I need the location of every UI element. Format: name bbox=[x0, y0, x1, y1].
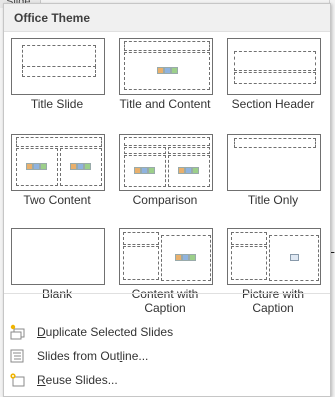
left-content-placeholder bbox=[16, 148, 58, 186]
content-icons bbox=[178, 165, 199, 176]
title-placeholder bbox=[234, 51, 316, 71]
gallery-header-title: Office Theme bbox=[14, 11, 91, 25]
layout-comparison[interactable]: Comparison bbox=[118, 132, 214, 222]
content-icons bbox=[134, 165, 155, 176]
title-placeholder bbox=[234, 138, 316, 148]
layout-thumbnail bbox=[11, 38, 105, 95]
layout-label-line2: Caption bbox=[144, 301, 186, 315]
reuse-slides-item[interactable]: Reuse Slides... bbox=[4, 369, 330, 391]
layout-thumbnail bbox=[227, 228, 321, 285]
layout-label: Blank bbox=[41, 287, 73, 301]
layout-label: Content with Caption bbox=[112, 287, 218, 315]
layout-picture-with-caption[interactable]: Picture with Caption bbox=[226, 226, 322, 316]
left-heading-placeholder bbox=[124, 147, 166, 154]
caption-title-placeholder bbox=[123, 232, 159, 245]
reuse-slides-label: Reuse Slides... bbox=[37, 373, 118, 387]
reuse-slides-icon bbox=[10, 373, 25, 387]
layout-section-header[interactable]: Section Header bbox=[226, 36, 322, 126]
layout-label: Title Slide bbox=[30, 97, 84, 111]
title-placeholder bbox=[124, 41, 210, 51]
layout-title-only[interactable]: Title Only bbox=[226, 132, 322, 222]
layout-label: Picture with Caption bbox=[220, 287, 326, 315]
text-placeholder bbox=[234, 72, 316, 84]
layout-title-and-content[interactable]: Title and Content bbox=[118, 36, 214, 126]
layout-label: Comparison bbox=[132, 193, 198, 207]
layout-label-line1: Content with bbox=[131, 287, 199, 301]
content-placeholder bbox=[161, 235, 211, 281]
layout-title-slide[interactable]: Title Slide bbox=[10, 36, 106, 126]
duplicate-selected-slides-item[interactable]: Duplicate Selected Slides bbox=[4, 321, 330, 343]
picture-placeholder bbox=[269, 235, 319, 281]
new-slide-gallery-menu: Office Theme Title Slide Title and Conte… bbox=[3, 3, 331, 397]
layout-thumbnail bbox=[227, 134, 321, 191]
layout-label-line2: Caption bbox=[252, 301, 294, 315]
title-placeholder bbox=[124, 137, 210, 146]
layout-label: Title Only bbox=[247, 193, 299, 207]
caption-text-placeholder bbox=[123, 246, 159, 280]
duplicate-selected-slides-label: Duplicate Selected Slides bbox=[37, 325, 174, 339]
right-content-placeholder bbox=[168, 155, 210, 187]
picture-icon bbox=[290, 254, 299, 261]
slides-from-outline-icon bbox=[10, 349, 24, 363]
right-heading-placeholder bbox=[168, 147, 210, 154]
layout-thumbnail bbox=[119, 228, 213, 285]
layout-label-line1: Picture with bbox=[241, 287, 305, 301]
layout-thumbnail bbox=[227, 38, 321, 95]
layout-two-content[interactable]: Two Content bbox=[10, 132, 106, 222]
subtitle-placeholder bbox=[22, 66, 96, 77]
layout-thumbnail bbox=[11, 228, 105, 285]
gallery-divider bbox=[4, 293, 330, 294]
layout-label: Title and Content bbox=[119, 97, 211, 111]
title-placeholder bbox=[16, 137, 102, 147]
layout-blank[interactable]: Blank bbox=[10, 226, 106, 316]
caption-text-placeholder bbox=[231, 246, 267, 280]
layout-thumbnail bbox=[119, 38, 213, 95]
layout-label: Section Header bbox=[231, 97, 315, 111]
title-placeholder bbox=[22, 45, 96, 67]
layout-thumbnail bbox=[119, 134, 213, 191]
content-icons bbox=[175, 252, 196, 263]
duplicate-slides-icon bbox=[10, 324, 25, 340]
layout-content-with-caption[interactable]: Content with Caption bbox=[118, 226, 214, 316]
gallery-header: Office Theme bbox=[4, 4, 330, 32]
left-content-placeholder bbox=[124, 155, 166, 187]
layout-thumbnail bbox=[11, 134, 105, 191]
content-placeholder bbox=[124, 52, 210, 90]
right-content-placeholder bbox=[60, 148, 102, 186]
slides-from-outline-item[interactable]: Slides from Outline... bbox=[4, 345, 330, 367]
caption-title-placeholder bbox=[231, 232, 267, 245]
content-icons bbox=[70, 161, 91, 172]
content-icons bbox=[26, 161, 47, 172]
content-icons bbox=[157, 65, 178, 76]
slides-from-outline-label: Slides from Outline... bbox=[37, 349, 149, 363]
layout-label: Two Content bbox=[23, 193, 91, 207]
